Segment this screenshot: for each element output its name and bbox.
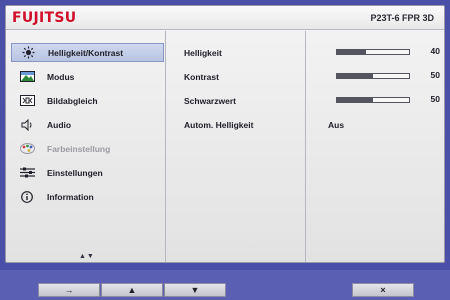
menu-item-label: Helligkeit/Kontrast [48, 47, 124, 58]
schwarzwert-slider[interactable]: 50 [306, 91, 444, 110]
setting-label-autom-helligkeit: Autom. Helligkeit [184, 119, 254, 130]
osd-header: FUJITSU P23T-6 FPR 3D [6, 6, 444, 30]
menu-item-audio[interactable]: Audio [11, 115, 164, 134]
settings-sliders-icon [19, 167, 35, 179]
menu-item-bildabgleich[interactable]: Bildabgleich [11, 91, 164, 110]
autom-helligkeit-value[interactable]: Aus [328, 115, 344, 134]
menu-item-einstellungen[interactable]: Einstellungen [11, 163, 164, 182]
picture-mode-icon [19, 71, 35, 83]
image-adjust-icon [19, 95, 35, 107]
menu-item-farbeinstellung[interactable]: Farbeinstellung [11, 139, 164, 158]
menu-item-label: Audio [47, 119, 72, 130]
osd-window: FUJITSU P23T-6 FPR 3D Helligkeit/Kontras… [5, 5, 445, 263]
slider-value: 50 [430, 70, 440, 80]
menu-item-label: Bildabgleich [47, 95, 98, 106]
menu-item-label: Farbeinstellung [47, 143, 111, 154]
menu-item-label: Information [47, 191, 94, 202]
kontrast-slider[interactable]: 50 [306, 67, 444, 86]
brand-logo: FUJITSU [12, 10, 77, 26]
menu-item-modus[interactable]: Modus [11, 67, 164, 86]
menu-item-label: Modus [47, 71, 75, 82]
model-name: P23T-6 FPR 3D [370, 13, 434, 23]
menu-item-label: Einstellungen [47, 167, 103, 178]
menu-item-helligkeit-kontrast[interactable]: Helligkeit/Kontrast [11, 43, 164, 62]
setting-label-helligkeit: Helligkeit [184, 47, 222, 58]
setting-label-schwarzwert: Schwarzwert [184, 95, 236, 106]
info-icon [19, 190, 35, 203]
down-button[interactable]: ▼ [164, 283, 226, 297]
settings-labels: Helligkeit Kontrast Schwarzwert Autom. H… [166, 31, 306, 262]
slider-track[interactable] [336, 97, 410, 103]
setting-label-kontrast: Kontrast [184, 71, 219, 82]
up-button[interactable]: ▲ [101, 283, 163, 297]
exit-button[interactable]: × [352, 283, 414, 297]
slider-fill [337, 50, 366, 54]
main-menu: Helligkeit/Kontrast Modus Bildabgleich A… [6, 31, 166, 262]
menu-item-information[interactable]: Information [11, 187, 164, 206]
speaker-icon [19, 118, 35, 131]
slider-fill [337, 74, 373, 78]
slider-fill [337, 98, 373, 102]
settings-values: 40 50 50 Aus [306, 31, 444, 262]
slider-track[interactable] [336, 49, 410, 55]
slider-value: 50 [430, 94, 440, 104]
slider-track[interactable] [336, 73, 410, 79]
helligkeit-slider[interactable]: 40 [306, 43, 444, 62]
enter-button[interactable]: → [38, 283, 100, 297]
scroll-indicator: ▲▼ [79, 253, 95, 260]
slider-value: 40 [430, 46, 440, 56]
sun-icon [20, 46, 36, 59]
palette-icon [19, 143, 35, 155]
